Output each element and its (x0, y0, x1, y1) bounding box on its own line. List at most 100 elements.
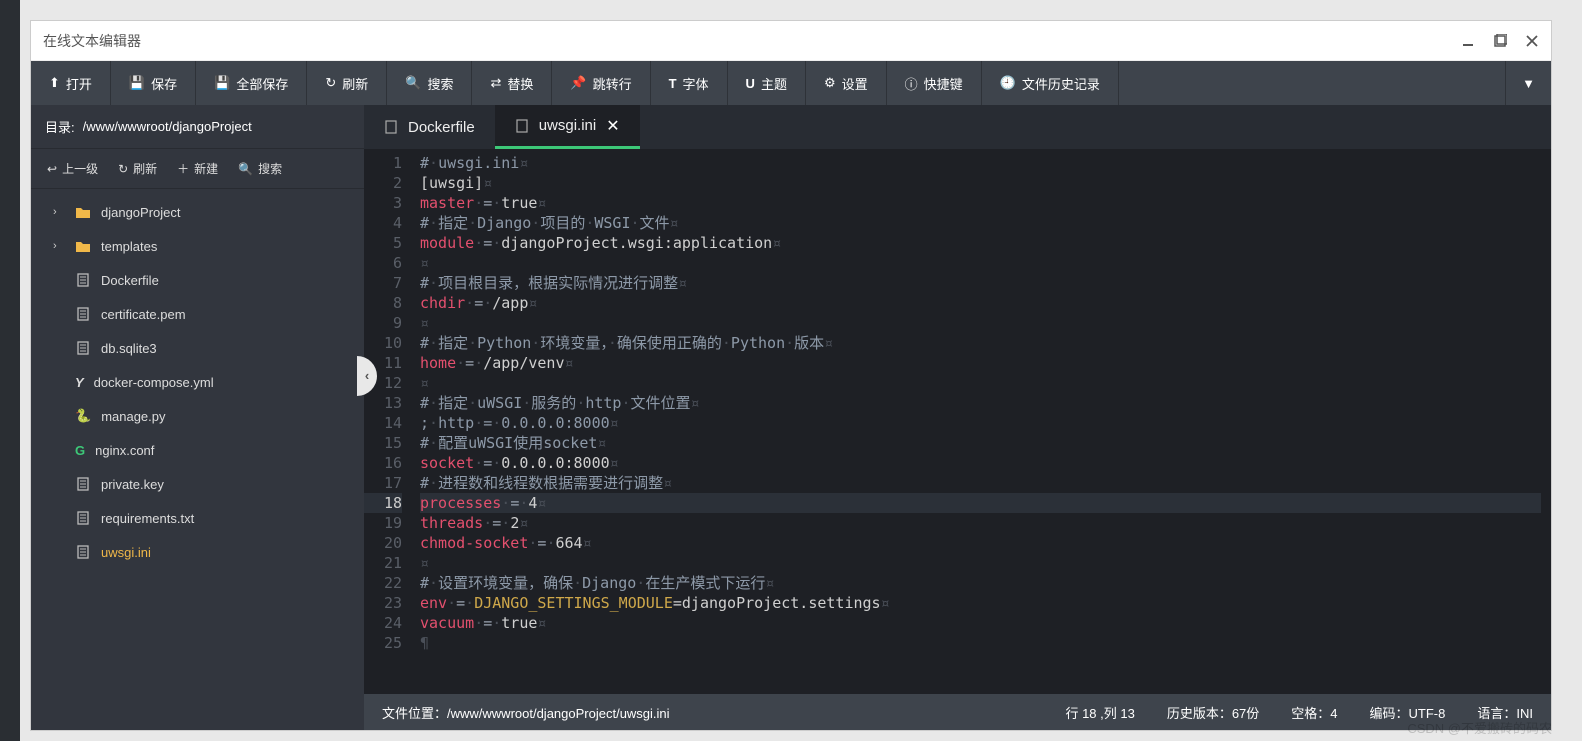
code-line[interactable]: module·=·djangoProject.wsgi:application¤ (420, 233, 1541, 253)
tab-Dockerfile[interactable]: Dockerfile (364, 105, 495, 149)
tree-item-nginx-conf[interactable]: Gnginx.conf (31, 433, 364, 467)
explorer-refresh-button[interactable]: ↻刷新 (108, 160, 167, 177)
folder-icon (75, 205, 91, 219)
code-line[interactable]: ¶ (420, 633, 1541, 653)
code-line[interactable]: ;·http·=·0.0.0.0:8000¤ (420, 413, 1541, 433)
gear-icon: ⚙ (824, 75, 836, 91)
chevron-left-icon: ‹ (365, 368, 369, 383)
directory-path[interactable]: /www/wwwroot/djangoProject (83, 119, 350, 134)
code-line[interactable]: processes·=·4¤ (420, 493, 1541, 513)
tab-label: uwsgi.ini (539, 117, 597, 134)
history-button[interactable]: 🕘文件历史记录 (982, 61, 1119, 105)
settings-button[interactable]: ⚙设置 (806, 61, 887, 105)
code-line[interactable]: socket·=·0.0.0.0:8000¤ (420, 453, 1541, 473)
theme-icon: U (746, 76, 755, 91)
code-line[interactable]: [uwsgi]¤ (420, 173, 1541, 193)
code-line[interactable]: #·项目根目录，根据实际情况进行调整¤ (420, 273, 1541, 293)
up-level-button[interactable]: ↩上一级 (37, 160, 108, 177)
chevron-right-icon: › (53, 240, 65, 252)
save-all-button[interactable]: 💾全部保存 (196, 61, 307, 105)
replace-icon: ⇄ (490, 75, 501, 91)
search-icon: 🔍 (238, 162, 253, 176)
expand-toolbar-button[interactable]: ▼ (1505, 61, 1551, 105)
tree-item-label: templates (101, 239, 157, 254)
tree-item-private-key[interactable]: private.key (31, 467, 364, 501)
code-line[interactable]: chmod-socket·=·664¤ (420, 533, 1541, 553)
goto-button[interactable]: 📌跳转行 (552, 61, 650, 105)
tree-item-manage-py[interactable]: 🐍manage.py (31, 399, 364, 433)
tab-label: Dockerfile (408, 119, 475, 136)
code-line[interactable]: master·=·true¤ (420, 193, 1541, 213)
main-toolbar: ⬆打开 💾保存 💾全部保存 ↻刷新 🔍搜索 ⇄替换 📌跳转行 T字体 U主题 ⚙… (31, 61, 1551, 105)
tree-item-db-sqlite3[interactable]: db.sqlite3 (31, 331, 364, 365)
tree-item-templates[interactable]: › templates (31, 229, 364, 263)
tree-item-label: nginx.conf (95, 443, 154, 458)
save-button[interactable]: 💾保存 (111, 61, 196, 105)
status-indent[interactable]: 空格：4 (1291, 703, 1337, 722)
editor-tabs: Dockerfile uwsgi.ini ✕ (364, 105, 1551, 149)
tree-item-uwsgi-ini[interactable]: uwsgi.ini (31, 535, 364, 569)
file-icon (75, 476, 91, 492)
code-line[interactable]: #·指定·Python·环境变量，·确保使用正确的·Python·版本¤ (420, 333, 1541, 353)
code-lines[interactable]: #·uwsgi.ini¤[uwsgi]¤master·=·true¤#·指定·D… (410, 149, 1551, 694)
watermark-text: CSDN @不爱搬砖的码农 (1407, 718, 1552, 737)
code-line[interactable]: ¤ (420, 253, 1541, 273)
file-tree: ›djangoProject › templates Dockerfile certif… (31, 189, 364, 730)
code-line[interactable]: ¤ (420, 553, 1541, 573)
code-line[interactable]: #·配置uWSGI使用socket¤ (420, 433, 1541, 453)
close-tab-icon[interactable]: ✕ (606, 116, 619, 136)
code-line[interactable]: #·设置环境变量，确保·Django·在生产模式下运行¤ (420, 573, 1541, 593)
tree-item-Dockerfile[interactable]: Dockerfile (31, 263, 364, 297)
editor-window: 在线文本编辑器 ⬆打开 💾保存 💾全部保存 ↻刷新 🔍搜索 ⇄替换 📌跳转行 T… (30, 20, 1552, 731)
refresh-icon: ↻ (325, 75, 336, 91)
tab-uwsgi-ini[interactable]: uwsgi.ini ✕ (495, 105, 640, 149)
search-button[interactable]: 🔍搜索 (387, 61, 472, 105)
tree-item-label: requirements.txt (101, 511, 194, 526)
code-area[interactable]: 1234567891011121314151617181920212223242… (364, 149, 1551, 694)
code-line[interactable]: ¤ (420, 373, 1541, 393)
code-line[interactable]: chdir·=·/app¤ (420, 293, 1541, 313)
code-line[interactable]: #·指定·Django·项目的·WSGI·文件¤ (420, 213, 1541, 233)
code-line[interactable]: home·=·/app/venv¤ (420, 353, 1541, 373)
tree-item-requirements-txt[interactable]: requirements.txt (31, 501, 364, 535)
open-button[interactable]: ⬆打开 (31, 61, 111, 105)
line-gutter[interactable]: 1234567891011121314151617181920212223242… (364, 149, 410, 694)
code-line[interactable]: #·进程数和线程数根据需要进行调整¤ (420, 473, 1541, 493)
tree-item-certificate-pem[interactable]: certificate.pem (31, 297, 364, 331)
file-icon: G (75, 443, 85, 458)
close-icon[interactable] (1525, 34, 1539, 48)
tree-item-label: certificate.pem (101, 307, 186, 322)
file-icon (75, 510, 91, 526)
code-line[interactable]: ¤ (420, 313, 1541, 333)
font-button[interactable]: T字体 (651, 61, 728, 105)
search-icon: 🔍 (405, 75, 421, 91)
tree-item-djangoProject[interactable]: ›djangoProject (31, 195, 364, 229)
tree-item-label: docker-compose.yml (94, 375, 214, 390)
code-line[interactable]: #·uwsgi.ini¤ (420, 153, 1541, 173)
window-titlebar: 在线文本编辑器 (31, 21, 1551, 61)
new-file-button[interactable]: ＋新建 (167, 160, 228, 177)
explorer-search-button[interactable]: 🔍搜索 (228, 160, 292, 177)
font-icon: T (669, 76, 677, 91)
code-line[interactable]: #·指定·uWSGI·服务的·http·文件位置¤ (420, 393, 1541, 413)
tree-item-docker-compose-yml[interactable]: Ydocker-compose.yml (31, 365, 364, 399)
main-area: 目录: /www/wwwroot/djangoProject ↩上一级 ↻刷新 … (31, 105, 1551, 730)
maximize-icon[interactable] (1493, 34, 1507, 48)
status-path: 文件位置：/www/wwwroot/djangoProject/uwsgi.in… (382, 703, 670, 722)
code-line[interactable]: vacuum·=·true¤ (420, 613, 1541, 633)
theme-button[interactable]: U主题 (728, 61, 806, 105)
status-position[interactable]: 行 18 ,列 13 (1065, 703, 1134, 722)
pin-icon: 📌 (570, 75, 586, 91)
refresh-button[interactable]: ↻刷新 (307, 61, 387, 105)
code-line[interactable]: env·=·DJANGO_SETTINGS_MODULE=djangoProje… (420, 593, 1541, 613)
shortcuts-button[interactable]: ⓘ快捷键 (887, 61, 982, 105)
clock-icon: 🕘 (1000, 75, 1016, 91)
code-line[interactable]: threads·=·2¤ (420, 513, 1541, 533)
minimize-icon[interactable] (1461, 34, 1475, 48)
replace-button[interactable]: ⇄替换 (472, 61, 552, 105)
status-bar: 文件位置：/www/wwwroot/djangoProject/uwsgi.in… (364, 694, 1551, 730)
status-history[interactable]: 历史版本：67份 (1167, 703, 1259, 722)
save-all-icon: 💾 (214, 75, 230, 91)
tree-item-label: djangoProject (101, 205, 181, 220)
tree-item-label: db.sqlite3 (101, 341, 157, 356)
